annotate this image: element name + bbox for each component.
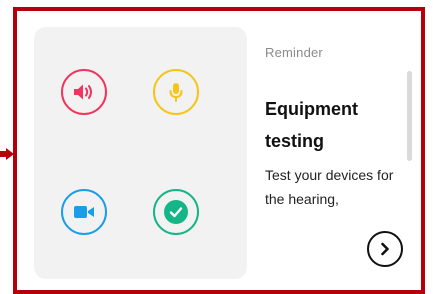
camera-icon xyxy=(72,200,96,224)
checkmark-icon xyxy=(164,200,188,224)
checkmark-test-button[interactable] xyxy=(153,189,199,235)
next-button[interactable] xyxy=(367,231,403,267)
reminder-card: Reminder Equipment testing Test your dev… xyxy=(13,7,425,294)
microphone-icon xyxy=(164,80,188,104)
chevron-right-icon xyxy=(381,242,389,256)
speaker-test-button[interactable] xyxy=(61,69,107,115)
speaker-icon xyxy=(72,80,96,104)
card-description: Test your devices for the hearing, xyxy=(265,167,394,207)
camera-test-button[interactable] xyxy=(61,189,107,235)
card-title: Equipment testing xyxy=(265,99,358,151)
scrollbar[interactable] xyxy=(407,71,412,161)
reminder-label: Reminder xyxy=(265,45,323,60)
microphone-test-button[interactable] xyxy=(153,69,199,115)
device-test-icons-panel xyxy=(34,27,247,279)
